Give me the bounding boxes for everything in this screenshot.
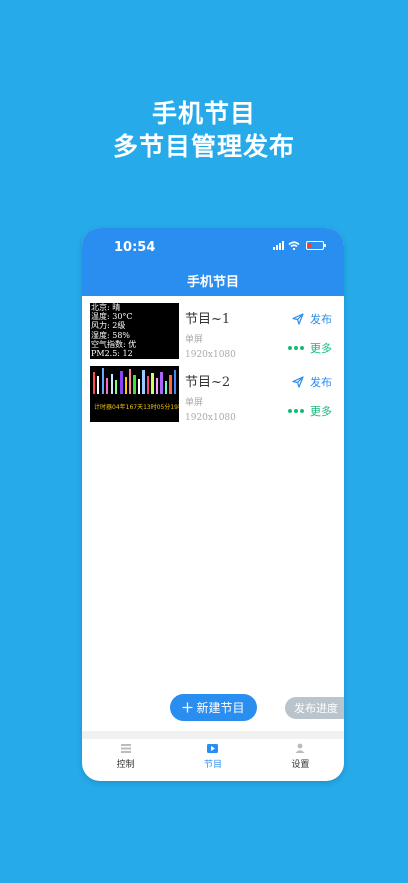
program-title: 节目~1 [185, 312, 231, 327]
tab-control[interactable]: 控制 [82, 739, 169, 781]
tab-label: 节目 [203, 760, 222, 770]
program-item[interactable]: 北京: 晴 温度: 30°C 风力: 2级 湿度: 58% 空气指数: 优 PM… [82, 303, 344, 363]
send-icon [292, 313, 304, 325]
thumb-counter-text: 计时器04年167天13时05分19秒 [94, 404, 179, 411]
more-button[interactable]: 更多 [288, 340, 332, 356]
status-time: 10:54 [114, 240, 156, 255]
program-resolution: 1920x1080 [185, 413, 236, 423]
app-header: 10:54 手机节目 [82, 228, 344, 296]
thumb-text: PM2.5: 12 [91, 349, 133, 359]
thumb-text: 空气指数: 优 [91, 339, 137, 349]
page-title: 手机节目 [186, 275, 239, 290]
wifi-icon [288, 241, 300, 250]
play-icon [207, 742, 219, 754]
new-program-label: 新建节目 [196, 701, 245, 715]
more-label: 更多 [310, 405, 332, 418]
promo-title: 手机节目 [151, 99, 256, 128]
program-title: 节目~2 [185, 375, 231, 390]
program-resolution: 1920x1080 [185, 350, 236, 360]
plus-icon [182, 702, 193, 713]
user-icon [294, 742, 306, 754]
tab-label: 设置 [291, 760, 310, 770]
publish-label: 发布 [310, 376, 332, 389]
program-type: 单屏 [185, 335, 204, 345]
tab-programs[interactable]: 节目 [169, 739, 256, 781]
divider [82, 731, 344, 739]
publish-label: 发布 [310, 313, 332, 326]
program-thumbnail-weather: 北京: 晴 温度: 30°C 风力: 2级 湿度: 58% 空气指数: 优 PM… [90, 303, 179, 359]
publish-progress-button[interactable]: 发布进度 [285, 697, 344, 719]
signal-icon [273, 241, 284, 250]
battery-icon [306, 241, 326, 250]
thumb-text: 北京: 晴 [91, 303, 121, 312]
program-type: 单屏 [185, 398, 204, 408]
send-icon [292, 376, 304, 388]
more-label: 更多 [310, 342, 332, 355]
program-thumbnail-bars: 计时器04年167天13时05分19秒 [90, 366, 179, 422]
new-program-button[interactable]: 新建节目 [170, 694, 257, 721]
tab-label: 控制 [116, 760, 135, 770]
program-item[interactable]: 计时器04年167天13时05分19秒 节目~2 单屏 1920x1080 发布… [82, 366, 344, 426]
publish-button[interactable]: 发布 [292, 374, 332, 390]
thumb-text: 风力: 2级 [91, 321, 126, 331]
more-dots-icon [288, 409, 304, 413]
status-icons [273, 241, 326, 250]
more-button[interactable]: 更多 [288, 403, 332, 419]
phone-screen: 10:54 手机节目 北京: 晴 温度: 30°C 风力: 2级 湿度: 58%… [82, 228, 344, 781]
publish-button[interactable]: 发布 [292, 311, 332, 327]
list-icon [120, 742, 132, 754]
thumb-text: 湿度: 58% [91, 330, 131, 340]
tab-settings[interactable]: 设置 [257, 739, 344, 781]
more-dots-icon [288, 346, 304, 350]
bar-graphic [93, 368, 176, 394]
tab-bar: 控制 节目 设置 [82, 739, 344, 781]
promo-subtitle: 多节目管理发布 [112, 132, 295, 161]
